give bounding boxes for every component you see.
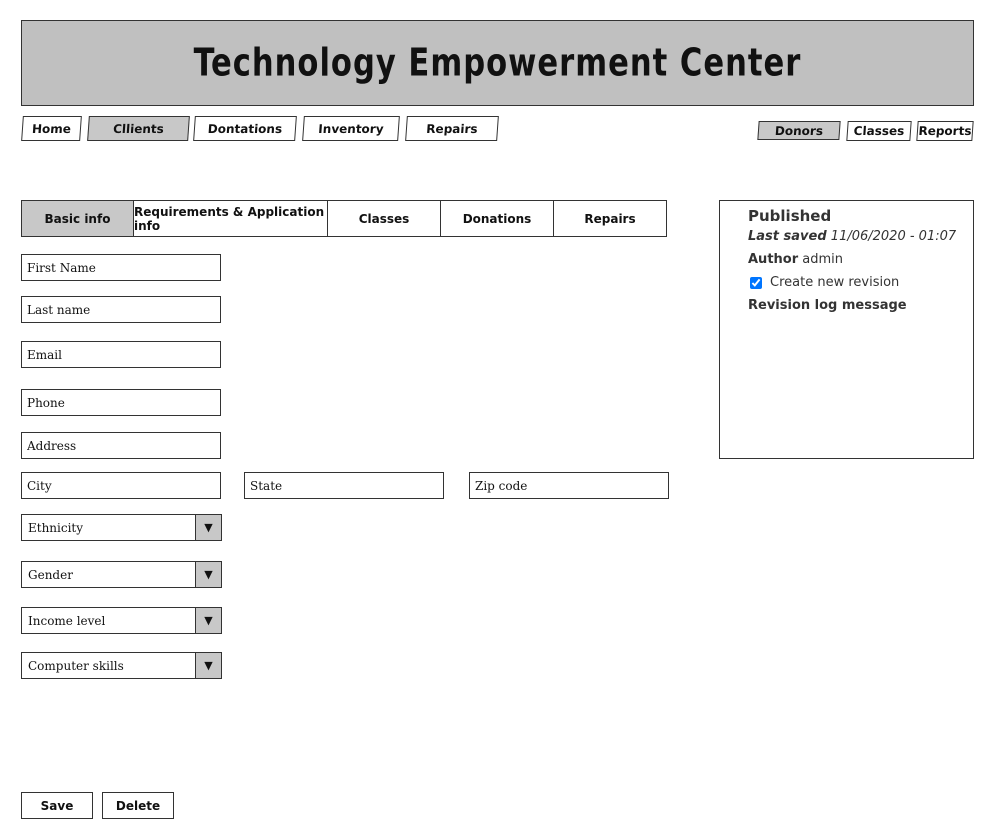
nav-repairs[interactable]: Repairs — [405, 116, 499, 141]
nav-classes[interactable]: Classes — [846, 121, 912, 141]
author-label: Author — [748, 252, 799, 267]
address-field[interactable] — [21, 432, 221, 459]
create-revision-label: Create new revision — [770, 275, 900, 290]
nav-donors[interactable]: Donors — [757, 121, 841, 140]
chevron-down-icon[interactable]: ▼ — [195, 608, 221, 633]
email-field[interactable] — [21, 341, 221, 368]
tab-repairs[interactable]: Repairs — [553, 200, 667, 237]
app-header: Technology Empowerment Center — [21, 20, 974, 106]
delete-button[interactable]: Delete — [102, 792, 174, 819]
revision-log-label: Revision log message — [748, 298, 907, 313]
publish-status: Published — [748, 207, 832, 225]
tab-requirements[interactable]: Requirements & Application info — [133, 200, 328, 237]
ethnicity-select-label: Ethnicity — [28, 520, 84, 535]
app-title: Technology Empowerment Center — [193, 40, 802, 86]
last-saved-label: Last saved — [748, 229, 827, 244]
phone-field[interactable] — [21, 389, 221, 416]
chevron-down-icon[interactable]: ▼ — [195, 653, 221, 678]
income-level-select-label: Income level — [28, 613, 106, 628]
zip-code-field[interactable] — [469, 472, 669, 499]
gender-select[interactable]: Gender ▼ — [21, 561, 222, 588]
chevron-down-icon[interactable]: ▼ — [195, 562, 221, 587]
nav-donations[interactable]: Dontations — [193, 116, 297, 141]
ethnicity-select[interactable]: Ethnicity ▼ — [21, 514, 222, 541]
author-value: admin — [802, 252, 844, 267]
last-saved-value: 11/06/2020 - 01:07 — [830, 229, 957, 244]
last-saved-info: Last saved 11/06/2020 - 01:07 — [748, 229, 956, 244]
city-field[interactable] — [21, 472, 221, 499]
create-revision-option[interactable]: Create new revision — [750, 275, 899, 290]
tab-classes[interactable]: Classes — [327, 200, 441, 237]
nav-clients[interactable]: Cllients — [87, 116, 190, 141]
save-button[interactable]: Save — [21, 792, 93, 819]
nav-inventory[interactable]: Inventory — [302, 116, 400, 141]
chevron-down-icon[interactable]: ▼ — [195, 515, 221, 540]
nav-reports[interactable]: Reports — [916, 121, 974, 141]
computer-skills-select[interactable]: Computer skills ▼ — [21, 652, 222, 679]
last-name-field[interactable] — [21, 296, 221, 323]
tab-donations[interactable]: Donations — [440, 200, 554, 237]
create-revision-checkbox[interactable] — [750, 276, 762, 289]
state-field[interactable] — [244, 472, 444, 499]
nav-home[interactable]: Home — [21, 116, 82, 141]
income-level-select[interactable]: Income level ▼ — [21, 607, 222, 634]
first-name-field[interactable] — [21, 254, 221, 281]
publish-panel: Published Last saved 11/06/2020 - 01:07 … — [719, 200, 974, 459]
gender-select-label: Gender — [28, 567, 73, 582]
computer-skills-select-label: Computer skills — [28, 658, 124, 673]
tab-basic-info[interactable]: Basic info — [21, 200, 134, 237]
author-info: Author admin — [748, 252, 843, 267]
